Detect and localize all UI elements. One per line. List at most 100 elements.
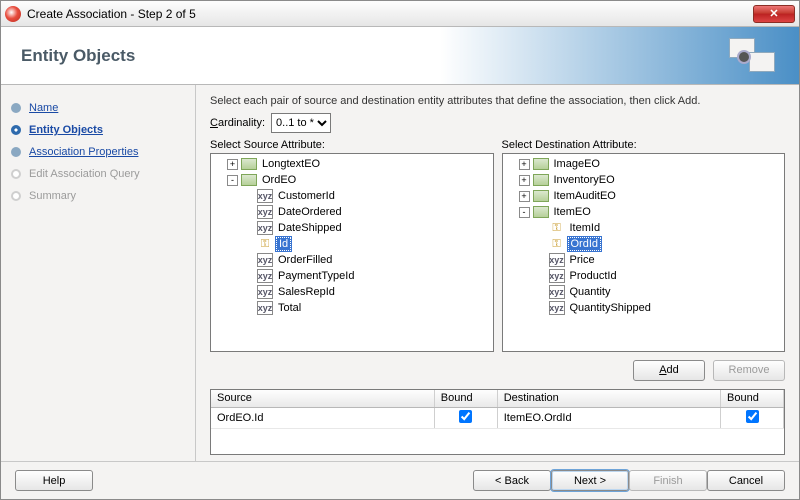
- wizard-step[interactable]: Entity Objects: [11, 119, 185, 141]
- expand-icon[interactable]: +: [519, 175, 530, 186]
- tree-node[interactable]: xyzOrderFilled: [211, 252, 493, 268]
- step-label: Edit Association Query: [29, 168, 140, 180]
- grid-cell: [434, 408, 497, 429]
- tree-node-label: ItemAuditEO: [552, 190, 618, 202]
- attribute-icon: xyz: [257, 205, 273, 219]
- tree-node[interactable]: + ImageEO: [503, 156, 785, 172]
- tree-node[interactable]: ⚿Id: [211, 236, 493, 252]
- close-button[interactable]: ✕: [753, 5, 795, 23]
- tree-node[interactable]: xyzProductId: [503, 268, 785, 284]
- tree-spacer: [535, 303, 546, 314]
- tree-node[interactable]: + InventoryEO: [503, 172, 785, 188]
- wizard-content: Select each pair of source and destinati…: [196, 85, 799, 461]
- step-label: Name: [29, 102, 58, 114]
- collapse-icon[interactable]: -: [227, 175, 238, 186]
- tree-node-label: OrdId: [568, 237, 602, 251]
- tree-node[interactable]: xyzTotal: [211, 300, 493, 316]
- expand-icon[interactable]: +: [519, 191, 530, 202]
- help-button[interactable]: Help: [15, 470, 93, 491]
- tree-node-label: QuantityShipped: [568, 302, 653, 314]
- tree-node[interactable]: xyzPaymentTypeId: [211, 268, 493, 284]
- finish-button[interactable]: Finish: [629, 470, 707, 491]
- source-tree[interactable]: +LongtextEO-OrdEOxyzCustomerIdxyzDateOrd…: [210, 153, 494, 352]
- tree-node[interactable]: + ItemAuditEO: [503, 188, 785, 204]
- tree-node-label: ImageEO: [552, 158, 602, 170]
- grid-cell: ItemEO.OrdId: [497, 408, 720, 429]
- tree-node[interactable]: xyzPrice: [503, 252, 785, 268]
- next-button[interactable]: Next >: [551, 470, 629, 491]
- tree-node-label: ItemEO: [552, 206, 593, 218]
- app-icon: [5, 6, 21, 22]
- key-icon: ⚿: [549, 237, 565, 251]
- attribute-icon: xyz: [257, 189, 273, 203]
- grid-cell: [721, 408, 784, 429]
- tree-spacer: [243, 207, 254, 218]
- wizard-step[interactable]: Association Properties: [11, 141, 185, 163]
- add-button[interactable]: Add: [633, 360, 705, 381]
- tree-node-label: Price: [568, 254, 597, 266]
- dialog-create-association: Create Association - Step 2 of 5 ✕ Entit…: [0, 0, 800, 500]
- tree-node[interactable]: +LongtextEO: [211, 156, 493, 172]
- dest-attr-label: Select Destination Attribute:: [502, 139, 786, 151]
- step-dot-icon: [11, 125, 21, 135]
- entity-icon: [533, 206, 549, 218]
- tree-node[interactable]: xyzQuantity: [503, 284, 785, 300]
- source-pane: Select Source Attribute: +LongtextEO-Ord…: [210, 139, 494, 352]
- instruction-text: Select each pair of source and destinati…: [210, 95, 785, 107]
- tree-node[interactable]: - ItemEO: [503, 204, 785, 220]
- wizard-step[interactable]: Name: [11, 97, 185, 119]
- tree-node-label: ItemId: [568, 222, 603, 234]
- step-dot-icon: [11, 103, 21, 113]
- tree-node[interactable]: xyzSalesRepId: [211, 284, 493, 300]
- step-label: Summary: [29, 190, 76, 202]
- banner-artwork: [729, 36, 779, 76]
- tree-node[interactable]: -OrdEO: [211, 172, 493, 188]
- association-grid: Source Bound Destination Bound OrdEO.IdI…: [210, 389, 785, 456]
- bound-checkbox[interactable]: [746, 410, 759, 423]
- tree-node-label: Quantity: [568, 286, 613, 298]
- cancel-button[interactable]: Cancel: [707, 470, 785, 491]
- dest-tree[interactable]: + ImageEO + InventoryEO + ItemAuditEO - ItemEO ⚿…: [502, 153, 786, 352]
- bound-checkbox[interactable]: [459, 410, 472, 423]
- expand-icon[interactable]: +: [519, 159, 530, 170]
- attribute-icon: xyz: [549, 285, 565, 299]
- tree-node-label: PaymentTypeId: [276, 270, 356, 282]
- tree-node-label: SalesRepId: [276, 286, 337, 298]
- step-label: Entity Objects: [29, 124, 103, 136]
- collapse-icon[interactable]: -: [519, 207, 530, 218]
- entity-icon: [533, 190, 549, 202]
- tree-spacer: [243, 191, 254, 202]
- wizard-step: Edit Association Query: [11, 163, 185, 185]
- tree-node[interactable]: ⚿OrdId: [503, 236, 785, 252]
- expand-icon[interactable]: +: [227, 159, 238, 170]
- wizard-footer: Help < Back Next > Finish Cancel: [1, 461, 799, 499]
- tree-node-label: CustomerId: [276, 190, 337, 202]
- step-label: Association Properties: [29, 146, 138, 158]
- tree-node[interactable]: ⚿ItemId: [503, 220, 785, 236]
- tree-spacer: [535, 255, 546, 266]
- tree-node[interactable]: xyzDateOrdered: [211, 204, 493, 220]
- tree-node[interactable]: xyzCustomerId: [211, 188, 493, 204]
- tree-spacer: [243, 287, 254, 298]
- grid-row[interactable]: OrdEO.IdItemEO.OrdId: [211, 408, 784, 429]
- step-dot-icon: [11, 147, 21, 157]
- remove-button[interactable]: Remove: [713, 360, 785, 381]
- cardinality-select[interactable]: 0..1 to *: [271, 113, 331, 133]
- tree-spacer: [535, 271, 546, 282]
- tree-node[interactable]: xyzQuantityShipped: [503, 300, 785, 316]
- tree-spacer: [535, 223, 546, 234]
- back-button[interactable]: < Back: [473, 470, 551, 491]
- grid-header-src-bound[interactable]: Bound: [434, 390, 497, 408]
- step-dot-icon: [11, 191, 21, 201]
- entity-icon: [533, 158, 549, 170]
- grid-header-source[interactable]: Source: [211, 390, 434, 408]
- tree-node[interactable]: xyzDateShipped: [211, 220, 493, 236]
- attribute-icon: xyz: [257, 253, 273, 267]
- tree-node-label: ProductId: [568, 270, 619, 282]
- tree-node-label: Total: [276, 302, 303, 314]
- grid-header-dest[interactable]: Destination: [497, 390, 720, 408]
- tree-node-label: InventoryEO: [552, 174, 617, 186]
- tree-node-label: OrderFilled: [276, 254, 334, 266]
- grid-header-dst-bound[interactable]: Bound: [721, 390, 784, 408]
- cardinality-row: Cardinality: 0..1 to *: [210, 113, 785, 133]
